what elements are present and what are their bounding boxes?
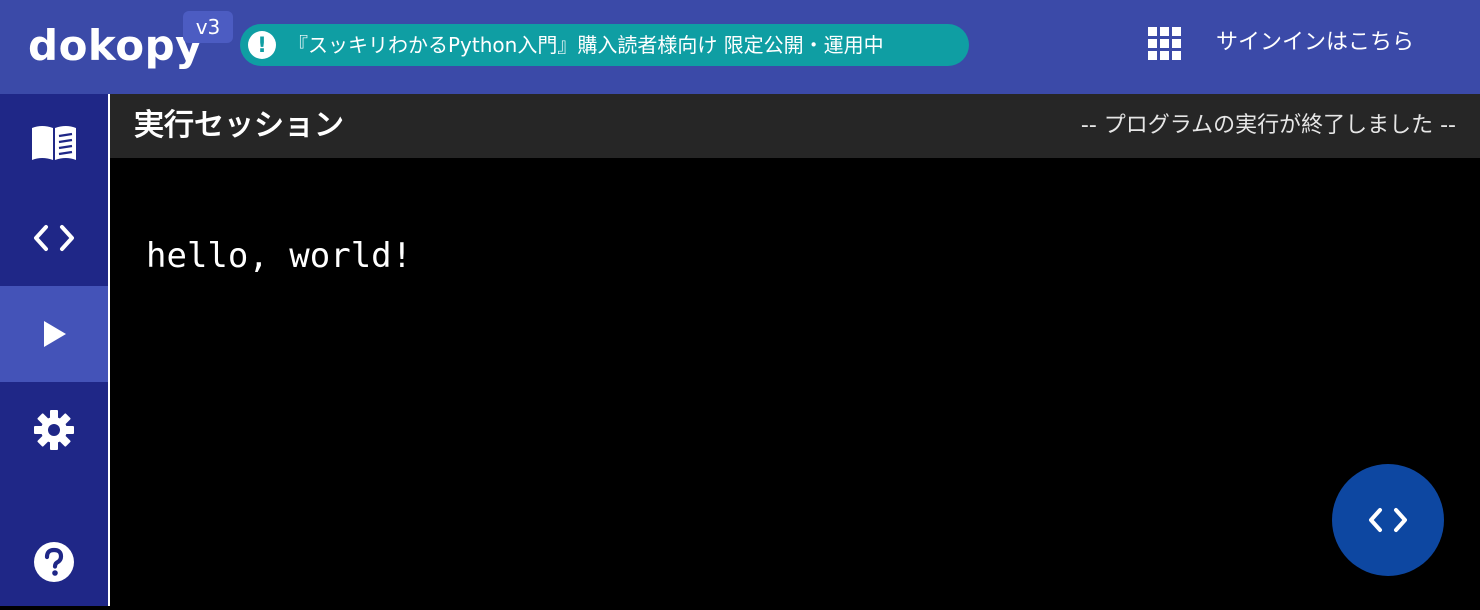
- gear-icon: [34, 410, 74, 450]
- notice-text: 『スッキリわかるPython入門』購入読者様向け 限定公開・運用中: [288, 33, 884, 57]
- signin-link[interactable]: サインインはこちら: [1216, 22, 1414, 64]
- sidebar-item-settings[interactable]: [0, 382, 108, 478]
- top-app-bar: dokopy v3 ! 『スッキリわかるPython入門』購入読者様向け 限定公…: [0, 0, 1480, 94]
- notice-banner[interactable]: ! 『スッキリわかるPython入門』購入読者様向け 限定公開・運用中: [240, 24, 969, 66]
- open-editor-button[interactable]: [1332, 464, 1444, 576]
- version-badge: v3: [183, 11, 233, 43]
- brand-logo[interactable]: dokopy: [28, 20, 203, 72]
- status-text: -- プログラムの実行が終了しました --: [1080, 113, 1456, 138]
- sidebar-item-textbook[interactable]: [0, 94, 108, 190]
- session-titlebar: 実行セッション -- プログラムの実行が終了しました --: [110, 94, 1480, 158]
- play-icon: [44, 321, 66, 347]
- sidebar-nav: [0, 94, 108, 606]
- console-line: hello, world!: [146, 236, 413, 276]
- code-icon: [1369, 508, 1407, 532]
- sidebar-item-help[interactable]: [0, 514, 108, 610]
- help-icon: [34, 542, 74, 582]
- console-output[interactable]: hello, world!: [110, 158, 1480, 606]
- sidebar-item-editor[interactable]: [0, 190, 108, 286]
- alert-icon: !: [248, 31, 276, 59]
- book-icon: [32, 126, 76, 160]
- page-title: 実行セッション: [134, 108, 344, 143]
- apps-grid-icon[interactable]: [1148, 27, 1182, 61]
- code-icon: [34, 225, 74, 251]
- sidebar-item-run[interactable]: [0, 286, 108, 382]
